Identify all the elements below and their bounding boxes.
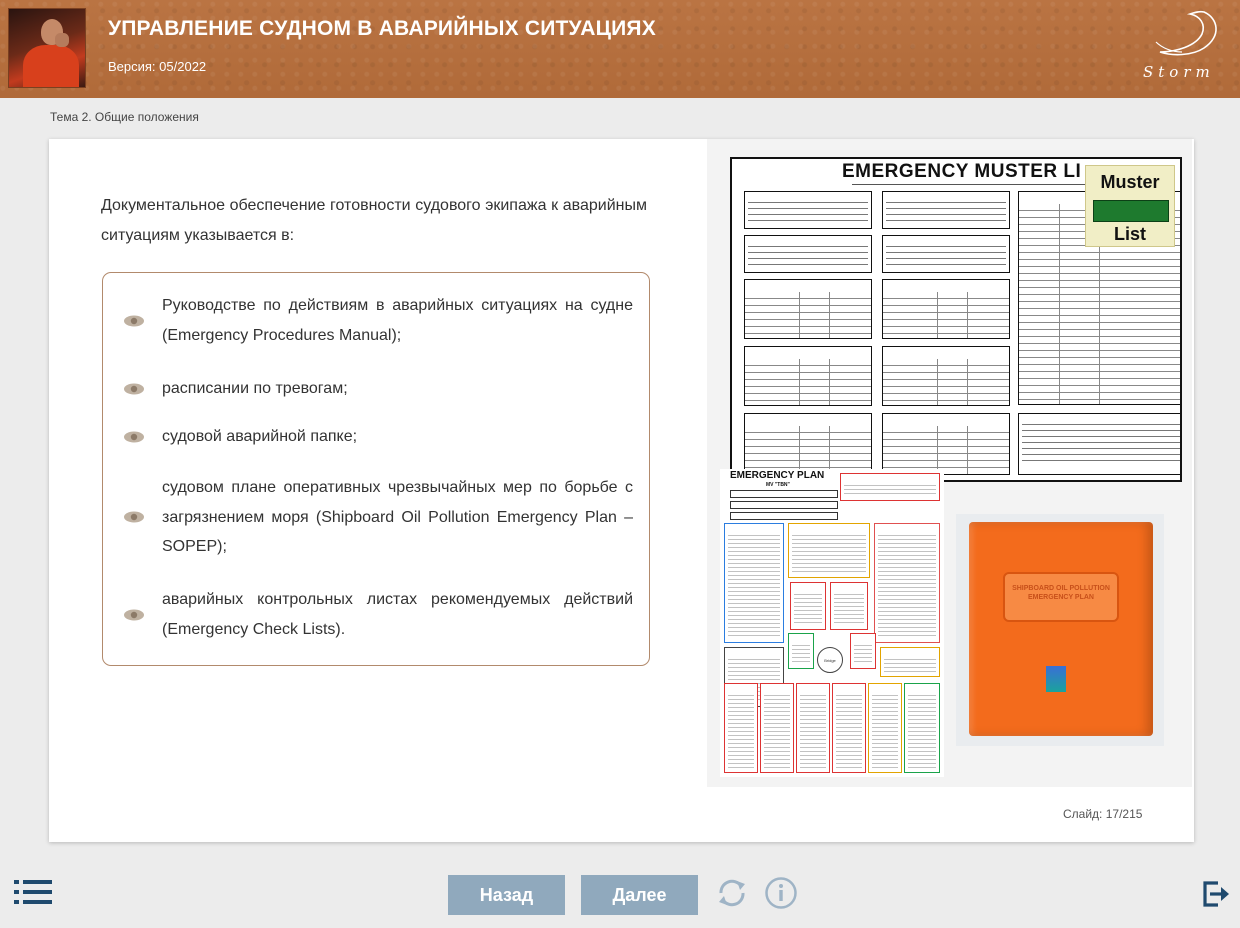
emergency-plan-title: EMERGENCY PLAN <box>730 470 825 481</box>
emergency-plan-document: EMERGENCY PLAN MV "TBN" Bridge <box>720 469 944 777</box>
logo-text: Storm <box>1143 63 1215 81</box>
list-item-text: аварийных контрольных листах рекомендуем… <box>162 591 633 638</box>
slide-intro-text: Документальное обеспечение готовности су… <box>101 197 647 244</box>
eye-icon <box>124 609 144 620</box>
list-item: расписании по тревогам; <box>123 374 633 404</box>
list-item: Руководстве по действиям в аварийных сит… <box>123 291 633 350</box>
back-button[interactable]: Назад <box>448 875 565 915</box>
header: УПРАВЛЕНИЕ СУДНОМ В АВАРИЙНЫХ СИТУАЦИЯХ … <box>0 0 1240 98</box>
eye-icon <box>124 383 144 395</box>
next-button[interactable]: Далее <box>581 875 698 915</box>
muster-list-title: EMERGENCY MUSTER LI <box>842 161 1082 182</box>
list-menu-icon[interactable] <box>14 880 52 904</box>
bridge-circle: Bridge <box>817 647 843 673</box>
muster-list-tag: Muster List <box>1085 165 1175 247</box>
info-icon[interactable] <box>764 876 798 910</box>
version-label: Версия: 05/2022 <box>108 59 207 74</box>
list-item-text: судовой аварийной папке; <box>162 428 358 445</box>
reload-icon[interactable] <box>715 876 749 910</box>
eye-icon <box>124 511 144 523</box>
eye-icon <box>124 431 144 443</box>
slide-counter: Слайд: 17/215 <box>1063 807 1143 821</box>
documents-list: Руководстве по действиям в аварийных сит… <box>102 272 650 666</box>
list-item: судовом плане оперативных чрезвычайных м… <box>123 473 633 562</box>
documents-image: EMERGENCY MUSTER LI Muster List EMERGENC… <box>707 139 1192 787</box>
topic-breadcrumb: Тема 2. Общие положения <box>50 110 199 124</box>
course-title: УПРАВЛЕНИЕ СУДНОМ В АВАРИЙНЫХ СИТУАЦИЯХ <box>108 17 656 40</box>
muster-tag-top: Muster <box>1100 172 1160 192</box>
course-avatar <box>8 8 86 88</box>
list-item: аварийных контрольных листах рекомендуем… <box>123 585 633 644</box>
sopep-binder: SHIPBOARD OIL POLLUTION EMERGENCY PLAN <box>969 522 1153 736</box>
muster-tag-bottom: List <box>1113 224 1146 244</box>
eye-icon <box>124 315 144 326</box>
list-item-text: расписании по тревогам; <box>162 380 348 397</box>
muster-list-document: EMERGENCY MUSTER LI Muster List <box>730 157 1182 482</box>
list-item-text: Руководстве по действиям в аварийных сит… <box>162 297 633 344</box>
slide-card: Документальное обеспечение готовности су… <box>49 139 1194 842</box>
list-item-text: судовом плане оперативных чрезвычайных м… <box>162 479 633 555</box>
emergency-plan-vessel: MV "TBN" <box>766 482 790 488</box>
exit-icon[interactable] <box>1202 880 1230 908</box>
binder-label: SHIPBOARD OIL POLLUTION EMERGENCY PLAN <box>1012 585 1110 601</box>
list-item: судовой аварийной папке; <box>123 422 633 452</box>
